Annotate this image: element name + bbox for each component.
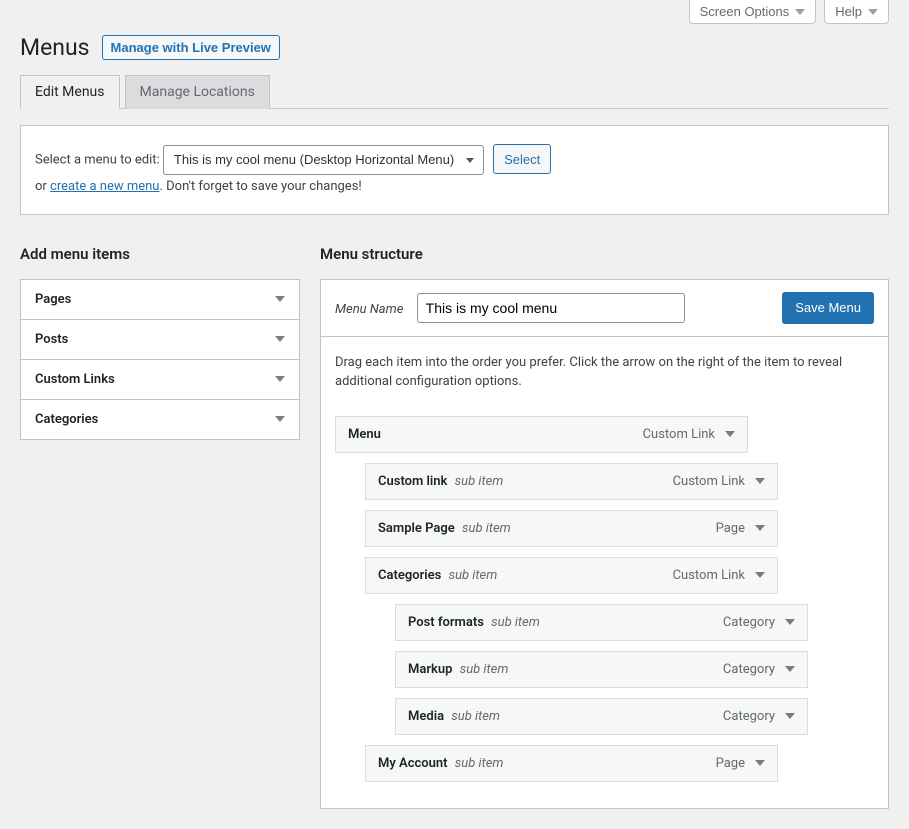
caret-down-icon[interactable] <box>755 760 765 766</box>
tab-manage-locations[interactable]: Manage Locations <box>125 75 270 109</box>
menu-item-type: Category <box>723 615 775 630</box>
caret-down-icon <box>275 376 285 382</box>
sub-item-label: sub item <box>455 474 504 489</box>
tab-edit-menus[interactable]: Edit Menus <box>20 75 120 109</box>
menu-item-type: Custom Link <box>643 427 715 442</box>
menu-item[interactable]: Media sub item Category <box>395 698 808 735</box>
caret-down-icon[interactable] <box>755 525 765 531</box>
menu-item[interactable]: Categories sub item Custom Link <box>365 557 778 594</box>
caret-down-icon <box>868 9 878 15</box>
add-items-title: Add menu items <box>20 245 300 263</box>
sub-item-label: sub item <box>455 756 504 771</box>
caret-down-icon[interactable] <box>785 713 795 719</box>
menu-item[interactable]: Sample Page sub item Page <box>365 510 778 547</box>
menu-instructions: Drag each item into the order you prefer… <box>335 353 874 392</box>
menu-name-input[interactable] <box>417 293 685 323</box>
caret-down-icon[interactable] <box>725 431 735 437</box>
sub-item-label: sub item <box>491 615 540 630</box>
accordion-label: Categories <box>35 412 98 427</box>
accordion-posts[interactable]: Posts <box>21 320 299 360</box>
menu-structure-frame: Menu Name Save Menu Drag each item into … <box>320 279 889 809</box>
page-title: Menus <box>20 34 90 61</box>
menu-item-title: Menu <box>348 427 381 442</box>
menu-item[interactable]: Post formats sub item Category <box>395 604 808 641</box>
menu-item-type: Custom Link <box>673 568 745 583</box>
caret-down-icon[interactable] <box>785 666 795 672</box>
accordion-label: Custom Links <box>35 372 115 387</box>
menu-item-title: Post formats <box>408 615 484 630</box>
screen-options-label: Screen Options <box>700 4 790 19</box>
menu-select-box: Select a menu to edit: This is my cool m… <box>20 125 889 215</box>
caret-down-icon[interactable] <box>755 572 765 578</box>
menu-item-title: Markup <box>408 662 452 677</box>
accordion-label: Pages <box>35 292 71 307</box>
caret-down-icon <box>275 336 285 342</box>
screen-options-button[interactable]: Screen Options <box>689 0 817 24</box>
menu-item-type: Category <box>723 662 775 677</box>
sub-item-label: sub item <box>462 521 511 536</box>
menu-item-type: Page <box>716 756 745 771</box>
accordion-label: Posts <box>35 332 68 347</box>
sub-item-label: sub item <box>451 709 500 724</box>
or-text: or <box>35 179 50 194</box>
save-menu-button[interactable]: Save Menu <box>782 292 874 324</box>
menu-item-title: Custom link <box>378 474 447 489</box>
menu-item-title: My Account <box>378 756 448 771</box>
nav-tabs: Edit Menus Manage Locations <box>20 75 889 109</box>
menu-item-title: Categories <box>378 568 441 583</box>
menu-items-list: MenuCustom LinkCustom link sub itemCusto… <box>335 416 874 782</box>
create-new-menu-link[interactable]: create a new menu <box>50 179 159 194</box>
menu-item[interactable]: Markup sub item Category <box>395 651 808 688</box>
live-preview-button[interactable]: Manage with Live Preview <box>102 35 280 60</box>
help-label: Help <box>835 4 862 19</box>
accordion-pages[interactable]: Pages <box>21 280 299 320</box>
dont-forget-text: . Don't forget to save your changes! <box>159 179 361 194</box>
menu-item-type: Custom Link <box>673 474 745 489</box>
caret-down-icon <box>275 296 285 302</box>
add-items-accordion: Pages Posts Custom Links Categories <box>20 279 300 440</box>
caret-down-icon[interactable] <box>785 619 795 625</box>
menu-select-dropdown[interactable]: This is my cool menu (Desktop Horizontal… <box>163 145 484 175</box>
menu-item[interactable]: Menu Custom Link <box>335 416 748 453</box>
accordion-custom-links[interactable]: Custom Links <box>21 360 299 400</box>
menu-item[interactable]: My Account sub item Page <box>365 745 778 782</box>
sub-item-label: sub item <box>460 662 509 677</box>
menu-item-title: Sample Page <box>378 521 455 536</box>
menu-name-label: Menu Name <box>335 302 403 317</box>
select-button[interactable]: Select <box>493 144 551 174</box>
menu-item-type: Page <box>716 521 745 536</box>
sub-item-label: sub item <box>449 568 498 583</box>
help-button[interactable]: Help <box>824 0 889 24</box>
structure-title: Menu structure <box>320 245 889 263</box>
accordion-categories[interactable]: Categories <box>21 400 299 439</box>
caret-down-icon[interactable] <box>755 478 765 484</box>
menu-item[interactable]: Custom link sub item Custom Link <box>365 463 778 500</box>
caret-down-icon <box>275 416 285 422</box>
select-menu-label: Select a menu to edit: <box>35 153 160 168</box>
caret-down-icon <box>795 9 805 15</box>
menu-item-title: Media <box>408 709 444 724</box>
menu-item-type: Category <box>723 709 775 724</box>
